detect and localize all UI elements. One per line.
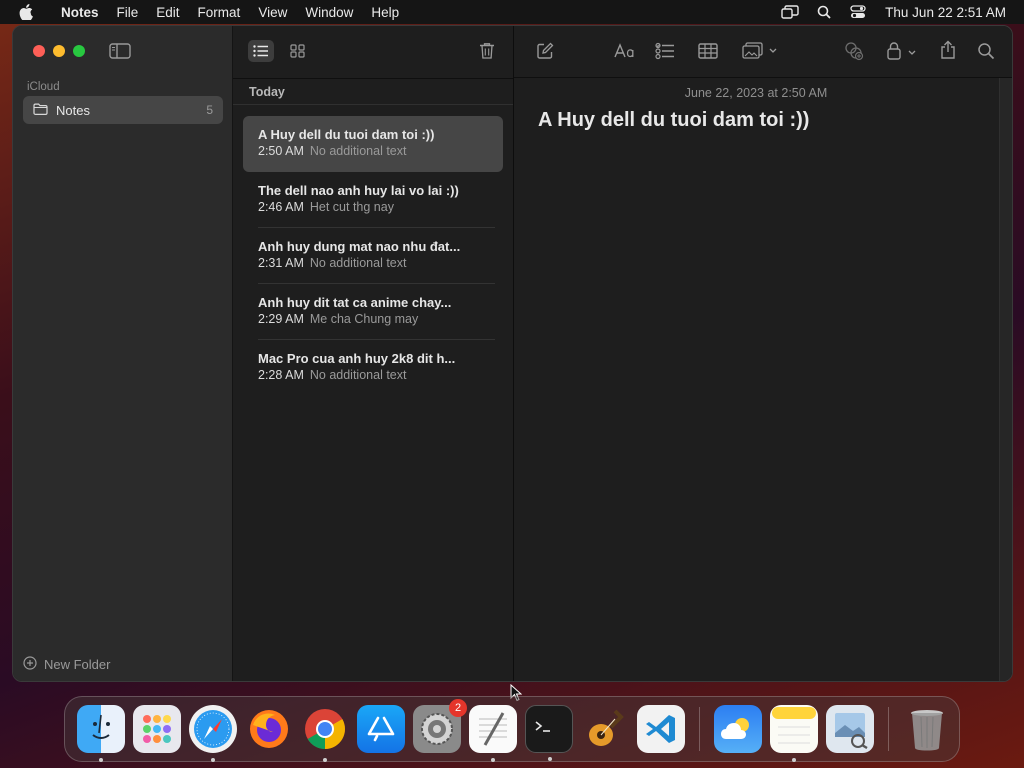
note-time: 2:50 AM [258, 144, 304, 158]
screen-mirroring-icon[interactable] [773, 5, 807, 19]
note-time: 2:31 AM [258, 256, 304, 270]
list-toolbar [233, 26, 513, 78]
note-time: 2:29 AM [258, 312, 304, 326]
dock-separator [888, 707, 889, 751]
app-store-icon[interactable] [357, 705, 405, 753]
menu-format[interactable]: Format [189, 5, 250, 20]
folder-notes[interactable]: Notes 5 [23, 96, 223, 124]
safari-icon[interactable] [189, 705, 237, 762]
note-title: Anh huy dit tat ca anime chay... [258, 295, 452, 310]
launchpad-icon[interactable] [133, 705, 181, 753]
folder-notes-count: 5 [206, 103, 213, 117]
garageband-icon[interactable] [581, 705, 629, 753]
minimize-window-button[interactable] [53, 45, 65, 57]
editor-toolbar [514, 26, 1012, 78]
settings-badge: 2 [449, 699, 467, 717]
menu-clock[interactable]: Thu Jun 22 2:51 AM [885, 5, 1006, 20]
textedit-icon[interactable] [469, 705, 517, 762]
close-window-button[interactable] [33, 45, 45, 57]
running-indicator [792, 758, 796, 762]
editor-scrollbar[interactable] [999, 78, 1012, 681]
terminal-icon[interactable] [525, 705, 573, 761]
share-icon[interactable] [936, 38, 960, 62]
spotlight-search-icon[interactable] [807, 5, 841, 19]
menu-help[interactable]: Help [362, 5, 408, 20]
vscode-icon[interactable] [637, 705, 685, 753]
note-list-item[interactable]: Anh huy dung mat nao nhu đat... 2:31 AM N… [243, 228, 503, 284]
trash-icon[interactable] [903, 705, 951, 753]
weather-icon[interactable] [714, 705, 762, 753]
note-preview: Het cut thg nay [309, 200, 394, 214]
note-time: 2:46 AM [258, 200, 304, 214]
note-preview: No additional text [309, 368, 407, 382]
icloud-section-label: iCloud [27, 81, 60, 93]
table-icon[interactable] [696, 40, 720, 62]
text-format-icon[interactable] [612, 40, 638, 62]
note-list-item[interactable]: Anh huy dit tat ca anime chay... 2:29 AM… [243, 284, 503, 340]
running-indicator [491, 758, 495, 762]
menu-window[interactable]: Window [296, 5, 362, 20]
note-list-pane: Today A Huy dell du tuoi dam toi :)) 2:5… [233, 26, 514, 681]
system-settings-icon[interactable]: 2 [413, 699, 467, 753]
note-date: June 22, 2023 at 2:50 AM [684, 86, 828, 100]
notes-app-icon[interactable] [770, 705, 818, 762]
sidebar-toggle-icon[interactable] [109, 42, 131, 60]
notes-window: iCloud Notes 5 New Folder Today A Huy de… [12, 25, 1013, 682]
list-view-button[interactable] [248, 40, 274, 62]
gallery-view-button[interactable] [284, 40, 310, 62]
menu-view[interactable]: View [249, 5, 296, 20]
note-title: Anh huy dung mat nao nhu đat... [258, 239, 461, 254]
checklist-icon[interactable] [654, 40, 676, 62]
note-list-item[interactable]: The dell nao anh huy lai vo lai :)) 2:46… [243, 172, 503, 228]
note-title: Mac Pro cua anh huy 2k8 dit h... [258, 351, 456, 366]
note-preview: No additional text [309, 144, 407, 158]
window-controls [33, 45, 85, 57]
note-list: A Huy dell du tuoi dam toi :)) 2:50 AM No… [243, 116, 503, 396]
delete-note-button[interactable] [475, 39, 499, 63]
media-icon[interactable] [740, 40, 782, 62]
note-list-item[interactable]: A Huy dell du tuoi dam toi :)) 2:50 AM No… [243, 116, 503, 172]
list-section-header: Today [233, 78, 513, 105]
note-title: The dell nao anh huy lai vo lai :)) [258, 183, 459, 198]
note-body-title[interactable]: A Huy dell du tuoi dam toi :)) [538, 109, 809, 132]
folder-notes-label: Notes [56, 102, 90, 118]
dock: 2 [64, 696, 960, 762]
note-time: 2:28 AM [258, 368, 304, 382]
running-indicator [99, 758, 103, 762]
menu-file[interactable]: File [108, 5, 148, 20]
collaborate-icon[interactable] [842, 39, 866, 63]
apple-menu-icon[interactable] [0, 4, 52, 20]
plus-circle-icon [23, 656, 37, 673]
menu-edit[interactable]: Edit [147, 5, 188, 20]
zoom-window-button[interactable] [73, 45, 85, 57]
finder-icon[interactable] [77, 705, 125, 762]
note-list-item[interactable]: Mac Pro cua anh huy 2k8 dit h... 2:28 AM… [243, 340, 503, 396]
compose-icon[interactable] [534, 40, 556, 62]
note-preview: No additional text [309, 256, 407, 270]
search-icon[interactable] [974, 39, 998, 63]
running-indicator [211, 758, 215, 762]
menu-app-name[interactable]: Notes [52, 5, 108, 20]
chrome-icon[interactable] [301, 705, 349, 762]
lock-icon[interactable] [884, 39, 922, 63]
running-indicator [548, 757, 552, 761]
note-editor: June 22, 2023 at 2:50 AM A Huy dell du t… [514, 26, 1012, 681]
new-folder-label: New Folder [44, 657, 111, 672]
note-preview: Me cha Chung may [309, 312, 419, 326]
folders-sidebar: iCloud Notes 5 New Folder [13, 26, 233, 681]
menu-bar: Notes File Edit Format View Window Help … [0, 0, 1024, 24]
folder-icon [33, 103, 48, 118]
dock-separator [699, 707, 700, 751]
preview-icon[interactable] [826, 705, 874, 753]
control-center-icon[interactable] [841, 5, 875, 19]
new-folder-button[interactable]: New Folder [23, 656, 110, 673]
note-title: A Huy dell du tuoi dam toi :)) [258, 127, 435, 142]
running-indicator [323, 758, 327, 762]
firefox-icon[interactable] [245, 705, 293, 753]
